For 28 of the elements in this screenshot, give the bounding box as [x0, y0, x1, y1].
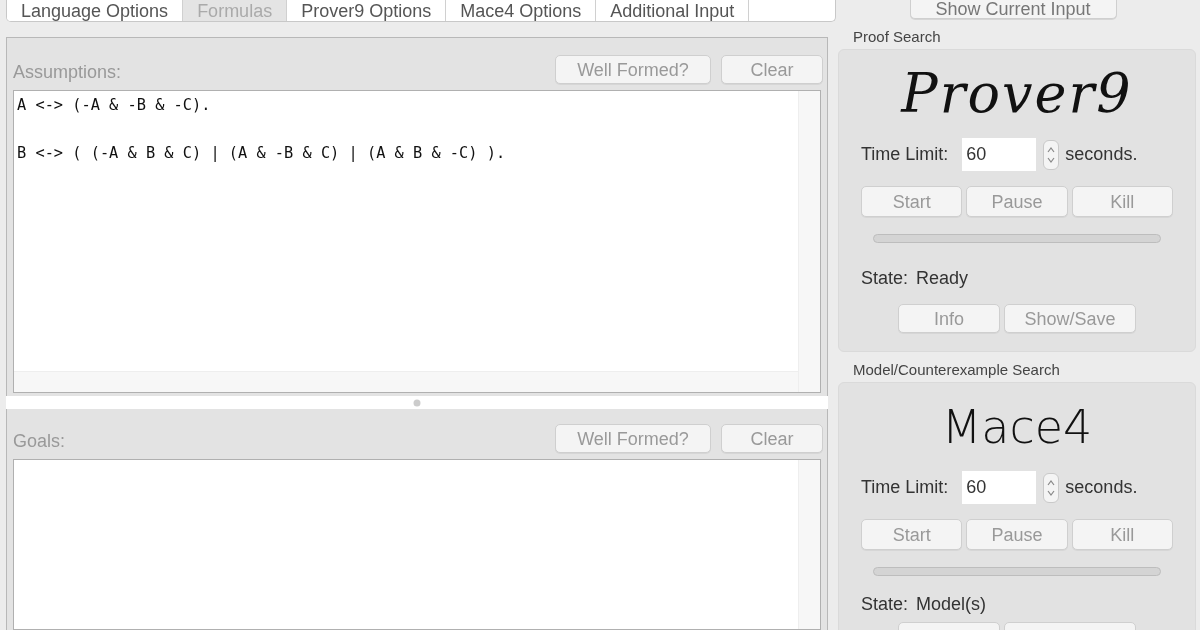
unit-label: seconds.: [1065, 476, 1138, 499]
state-label: State:: [861, 593, 909, 616]
splitter-handle-icon[interactable]: [413, 398, 421, 407]
text-area[interactable]: A <-> (-A & -B & -C). B <-> ( (-A & B & C) | (A & -B & C) | (A & B & -C) ).: [13, 90, 821, 393]
section-heading: Model/Counterexample Search: [852, 360, 1061, 380]
tab[interactable]: Formulas: [183, 0, 288, 21]
scrollbar-track[interactable]: [14, 371, 798, 392]
text-area[interactable]: [13, 459, 821, 630]
section-heading: Proof Search: [852, 27, 942, 47]
formula-text: A <-> (-A & -B & -C). B <-> ( (-A & B & C) | (A & -B & C) | (A & B & -C) ).: [16, 95, 507, 164]
stepper[interactable]: [1043, 139, 1060, 170]
logo: Mace4: [941, 399, 1093, 456]
state-value: Model(s): [916, 593, 987, 616]
stepper[interactable]: [1043, 472, 1060, 503]
section-label: Goals:: [13, 430, 66, 453]
scrollbar-track[interactable]: [798, 460, 820, 629]
field-label: Time Limit:: [861, 476, 949, 499]
unit-label: seconds.: [1065, 143, 1138, 166]
state-value: Ready: [916, 267, 969, 290]
scrollbar-track[interactable]: [798, 91, 820, 392]
section-label: Assumptions:: [13, 61, 122, 84]
button[interactable]: Show Current Input: [909, 0, 1117, 19]
time-limit-field[interactable]: 60: [962, 138, 1037, 171]
time-limit-field[interactable]: 60: [962, 471, 1037, 504]
state-label: State:: [861, 267, 909, 290]
logo: Prover9: [901, 64, 1133, 124]
tab[interactable]: Language Options: [7, 0, 184, 21]
field-label: Time Limit:: [861, 143, 949, 166]
